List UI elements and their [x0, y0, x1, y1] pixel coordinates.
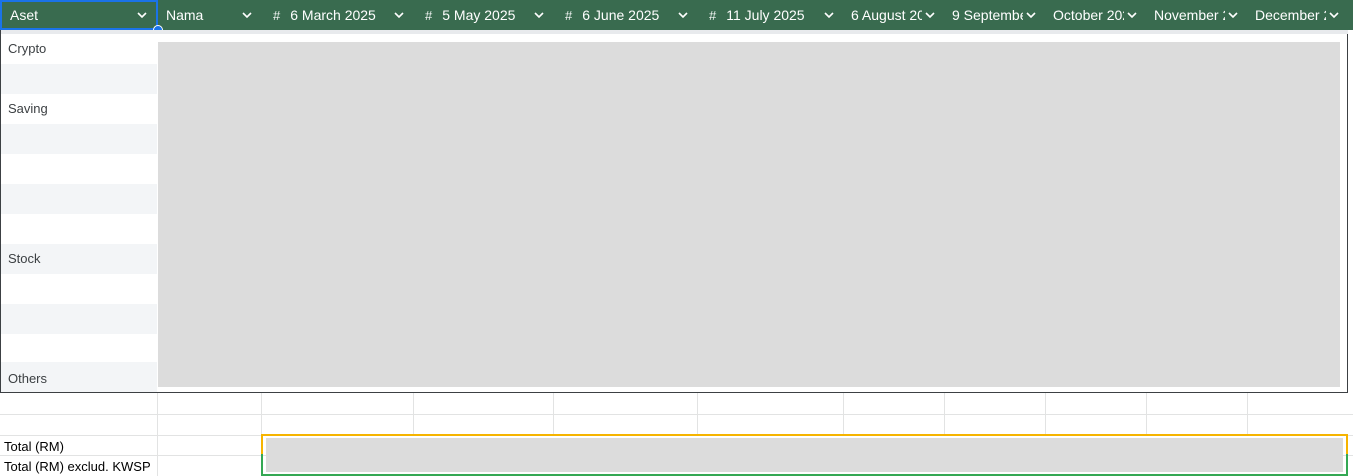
- grid-line: [157, 393, 158, 476]
- column-header-9-september[interactable]: 9 September 2025: [944, 0, 1045, 30]
- total-range-border[interactable]: [261, 434, 1348, 456]
- grid-line: [0, 414, 1353, 415]
- column-header-6-march-2025[interactable]: # 6 March 2025: [261, 0, 413, 30]
- column-header-label: 9 September 2025: [952, 7, 1023, 23]
- column-header-label: October 2025: [1053, 7, 1124, 23]
- chevron-down-icon[interactable]: [1124, 7, 1140, 23]
- number-type-icon: #: [273, 7, 281, 23]
- grid-line: [1146, 393, 1147, 435]
- column-header-label: 5 May 2025: [442, 7, 516, 23]
- table-body-top-border: [1, 30, 1348, 34]
- column-header-label: Aset: [10, 7, 39, 23]
- column-header-label: 6 August 2025: [851, 7, 922, 23]
- table-row[interactable]: [1, 124, 157, 154]
- total-rm-excl-kwsp-label: Total (RM) exclud. KWSP: [4, 459, 151, 474]
- column-header-6-august[interactable]: 6 August 2025: [843, 0, 944, 30]
- table-row[interactable]: [1, 304, 157, 334]
- table-row[interactable]: [1, 214, 157, 244]
- chevron-down-icon[interactable]: [1023, 7, 1039, 23]
- chevron-down-icon[interactable]: [391, 7, 407, 23]
- column-header-nama[interactable]: Nama: [158, 0, 261, 30]
- row-label-crypto: Crypto: [8, 41, 47, 56]
- table-row[interactable]: [1, 154, 157, 184]
- column-header-label: November 2025: [1154, 7, 1225, 23]
- table-row[interactable]: [1, 64, 157, 94]
- table-header-row: Aset Nama # 6 March 2025 # 5 May 2025 # …: [0, 0, 1353, 30]
- column-header-aset[interactable]: Aset: [0, 0, 158, 30]
- redacted-values-area: [158, 42, 1340, 387]
- total-rm-label: Total (RM): [4, 439, 64, 454]
- grid-line: [553, 393, 554, 435]
- column-header-label: 6 March 2025: [290, 7, 376, 23]
- table-row[interactable]: Stock: [1, 244, 157, 274]
- grid-line: [1247, 393, 1248, 435]
- chevron-down-icon[interactable]: [821, 7, 837, 23]
- chevron-down-icon[interactable]: [1225, 7, 1241, 23]
- table-row[interactable]: [1, 274, 157, 304]
- chevron-down-icon[interactable]: [239, 7, 255, 23]
- chevron-down-icon[interactable]: [675, 7, 691, 23]
- table-row[interactable]: Crypto: [1, 34, 157, 64]
- number-type-icon: #: [425, 7, 433, 23]
- grid-line: [413, 393, 414, 435]
- row-label-others: Others: [8, 371, 48, 386]
- column-header-november[interactable]: November 2025: [1146, 0, 1247, 30]
- grid-line: [1045, 393, 1046, 435]
- chevron-down-icon[interactable]: [134, 7, 150, 23]
- grid-line: [944, 393, 945, 435]
- chevron-down-icon[interactable]: [922, 7, 938, 23]
- table-row[interactable]: [1, 184, 157, 214]
- column-header-label: 11 July 2025: [726, 7, 805, 23]
- table-row[interactable]: [1, 334, 157, 364]
- total-excl-range-border[interactable]: [261, 454, 1348, 476]
- column-header-label: December 2025: [1255, 7, 1326, 23]
- column-header-october[interactable]: October 2025: [1045, 0, 1146, 30]
- grid-line: [697, 393, 698, 435]
- chevron-down-icon[interactable]: [531, 7, 547, 23]
- column-header-label: 6 June 2025: [582, 7, 660, 23]
- table-row[interactable]: Saving: [1, 94, 157, 124]
- column-header-5-may-2025[interactable]: # 5 May 2025: [413, 0, 553, 30]
- table-row[interactable]: Others: [1, 362, 157, 392]
- number-type-icon: #: [565, 7, 573, 23]
- column-header-11-july-2025[interactable]: # 11 July 2025: [697, 0, 843, 30]
- column-header-december[interactable]: December 2025: [1247, 0, 1348, 30]
- column-header-label: Nama: [166, 7, 204, 23]
- row-label-stock: Stock: [8, 251, 41, 266]
- grid-line: [843, 393, 844, 435]
- row-label-saving: Saving: [8, 101, 48, 116]
- column-header-6-june-2025[interactable]: # 6 June 2025: [553, 0, 697, 30]
- chevron-down-icon[interactable]: [1326, 7, 1342, 23]
- number-type-icon: #: [709, 7, 717, 23]
